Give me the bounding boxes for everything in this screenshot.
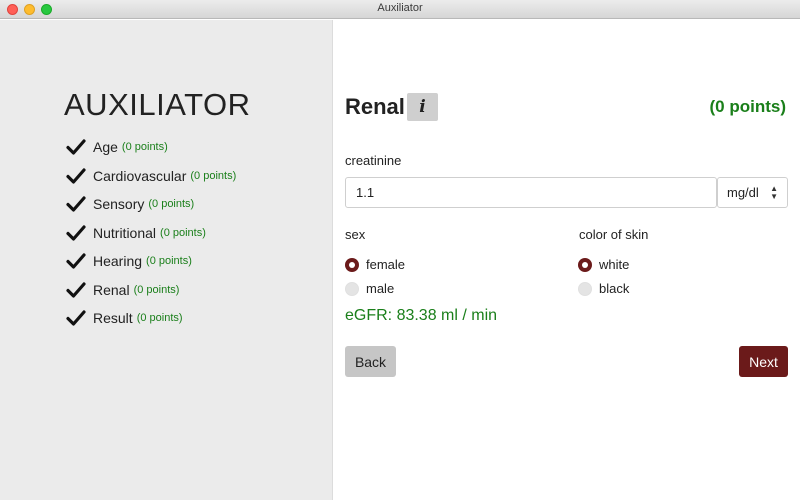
- nav-item-points: (0 points): [190, 169, 237, 182]
- nav-item-label: Result: [93, 310, 133, 327]
- nav-item-points: (0 points): [148, 198, 195, 211]
- sidebar: AUXILIATOR Age (0 points) Cardiovascular…: [0, 20, 333, 500]
- radio-label: male: [366, 281, 395, 296]
- nav-item-points: (0 points): [133, 283, 180, 296]
- nav-item-result[interactable]: Result (0 points): [66, 304, 236, 333]
- radio-skin-black[interactable]: black: [578, 281, 629, 296]
- creatinine-input[interactable]: [345, 177, 717, 208]
- radio-button-checked[interactable]: [578, 257, 592, 272]
- radio-button-unchecked[interactable]: [345, 281, 359, 296]
- check-icon: [66, 139, 86, 155]
- sex-label: sex: [345, 227, 366, 242]
- nav-item-points: (0 points): [136, 312, 183, 325]
- nav-item-cardiovascular[interactable]: Cardiovascular (0 points): [66, 162, 236, 191]
- main-panel: Renal i (0 points) creatinine mg/dl ▲▼ s…: [334, 20, 800, 500]
- nav-item-age[interactable]: Age (0 points): [66, 133, 236, 162]
- nav-item-label: Hearing: [93, 253, 143, 270]
- nav-item-points: (0 points): [121, 141, 168, 154]
- skin-color-label: color of skin: [579, 227, 649, 242]
- back-button[interactable]: Back: [345, 346, 396, 377]
- nav-item-label: Sensory: [93, 196, 145, 213]
- up-down-chevron-icon: ▲ ▼: [770, 184, 778, 201]
- nav-item-renal[interactable]: Renal (0 points): [66, 276, 236, 305]
- egfr-result: eGFR: 83.38 ml / min: [345, 307, 498, 324]
- app-title: AUXILIATOR: [64, 87, 251, 122]
- check-icon: [66, 253, 86, 269]
- check-icon: [66, 282, 86, 298]
- radio-sex-male[interactable]: male: [345, 281, 394, 296]
- info-icon: i: [419, 97, 426, 117]
- check-icon: [66, 196, 86, 212]
- check-icon: [66, 225, 86, 241]
- nav-item-label: Nutritional: [93, 224, 157, 241]
- check-icon: [66, 310, 86, 326]
- radio-skin-white[interactable]: white: [578, 257, 629, 272]
- nav-item-nutritional[interactable]: Nutritional (0 points): [66, 219, 236, 248]
- check-icon: [66, 168, 86, 184]
- nav-item-label: Renal: [93, 281, 130, 298]
- creatinine-label: creatinine: [345, 153, 402, 168]
- unit-select-value: mg/dl: [727, 185, 759, 200]
- step-nav: Age (0 points) Cardiovascular (0 points)…: [66, 133, 236, 333]
- nav-item-points: (0 points): [146, 255, 192, 268]
- radio-button-unchecked[interactable]: [578, 281, 592, 296]
- window-title: Auxiliator: [377, 2, 423, 14]
- section-title: Renal: [345, 94, 405, 119]
- nav-item-hearing[interactable]: Hearing (0 points): [66, 247, 236, 276]
- app-window: Auxiliator AUXILIATOR Age (0 points) Car…: [0, 0, 800, 500]
- radio-sex-female[interactable]: female: [345, 257, 405, 272]
- nav-item-sensory[interactable]: Sensory (0 points): [66, 190, 236, 219]
- radio-label: female: [366, 257, 406, 272]
- nav-item-label: Age: [93, 139, 118, 156]
- radio-label: black: [599, 281, 630, 296]
- section-points-total: (0 points): [709, 97, 787, 116]
- radio-button-checked[interactable]: [345, 257, 359, 272]
- unit-select[interactable]: mg/dl ▲ ▼: [717, 177, 788, 208]
- nav-item-label: Cardiovascular: [93, 167, 187, 184]
- radio-label: white: [599, 257, 630, 272]
- info-button[interactable]: i: [407, 93, 438, 121]
- nav-item-points: (0 points): [160, 226, 206, 239]
- next-button[interactable]: Next: [739, 346, 788, 377]
- title-bar: Auxiliator: [0, 0, 800, 19]
